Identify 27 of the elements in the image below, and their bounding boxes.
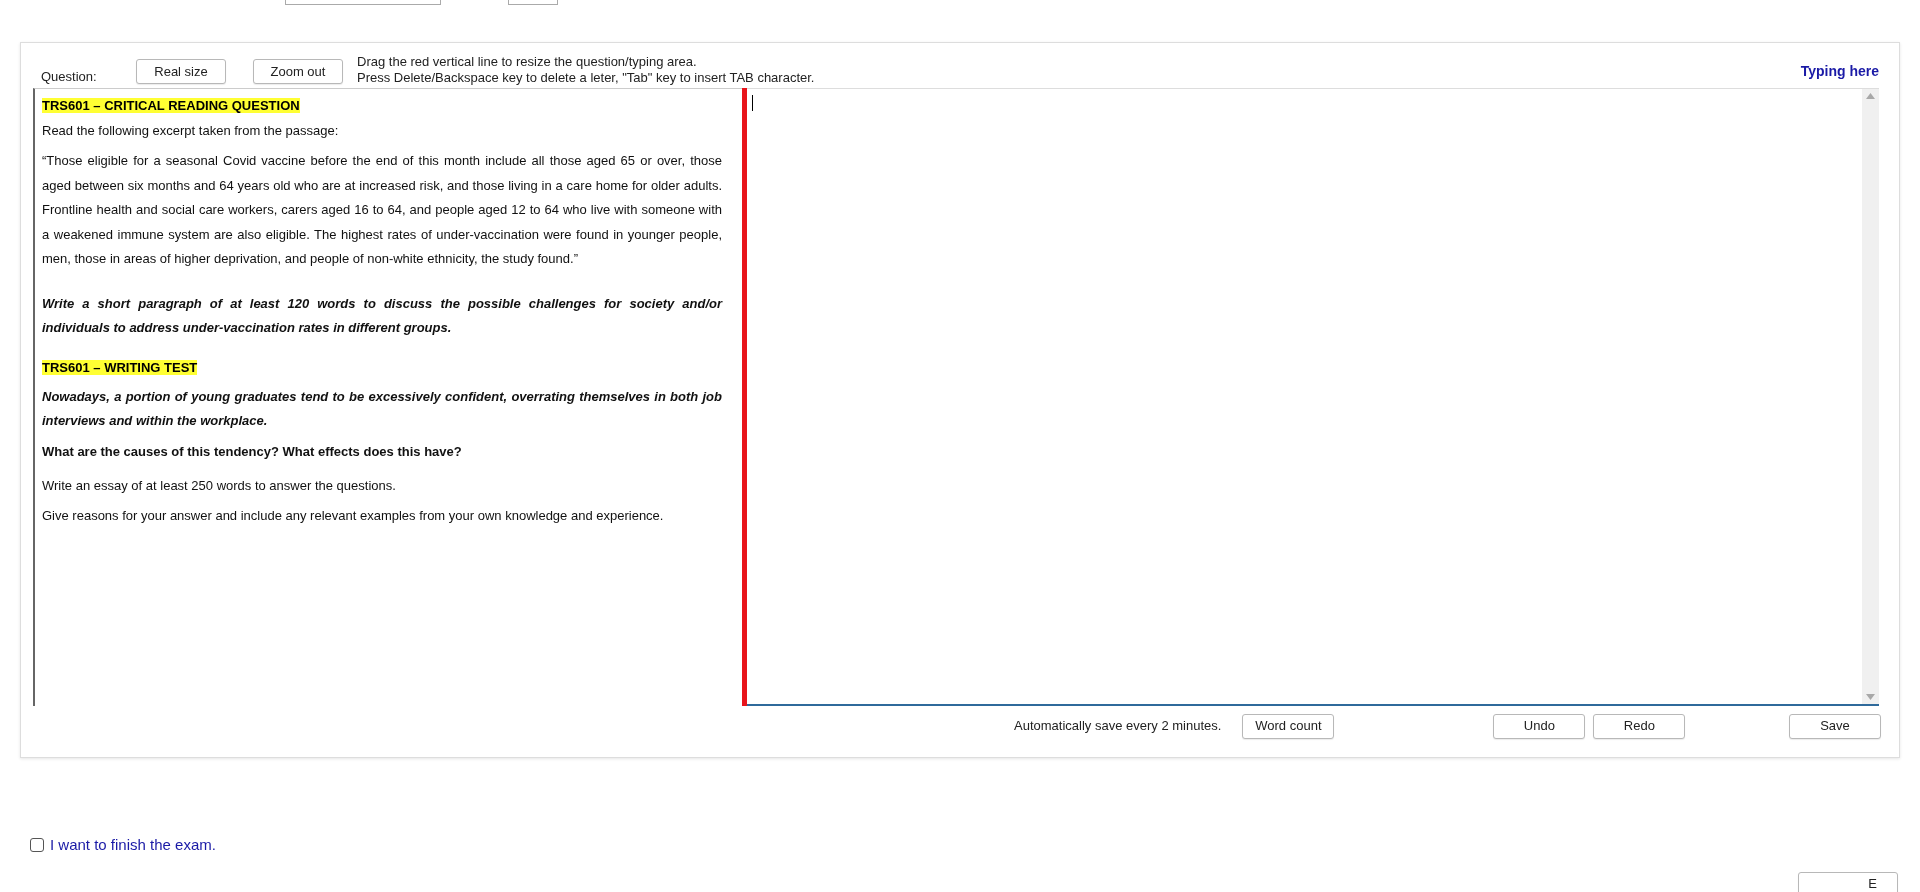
undo-button[interactable]: Undo: [1493, 713, 1586, 739]
finish-checkbox[interactable]: [30, 838, 44, 853]
word-count-button[interactable]: Word count: [1242, 713, 1335, 739]
hint-text: Press Delete/Backspace key to delete a leter, "Tab" key to insert TAB character.: [357, 70, 815, 86]
finish-label[interactable]: I want to finish the exam.: [50, 834, 216, 857]
scrollbar[interactable]: [1862, 89, 1879, 704]
scroll-down-icon[interactable]: [1866, 694, 1875, 700]
zoom-out-button[interactable]: Zoom out: [253, 59, 343, 84]
section-heading: TRS601 – CRITICAL READING QUESTION: [42, 98, 300, 113]
question-text: Write an essay of at least 250 words to answer the questions.: [42, 476, 397, 495]
hint-text: Drag the red vertical line to resize the question/typing area.: [357, 54, 698, 70]
exit-button[interactable]: E: [1798, 871, 1898, 892]
question-prompt: What are the causes of this tendency? What effects does this have?: [42, 442, 463, 461]
question-text: Give reasons for your answer and include any relevant examples from your own knowledge and experience.: [42, 506, 665, 525]
question-label: Question:: [41, 67, 98, 86]
typing-here-label: Typing here: [1800, 62, 1879, 81]
text-cursor: [752, 95, 753, 111]
instruction-text: Write a short paragraph of at least 120 words to discuss the possible challenges for society and/or individuals to address under-vaccination rates in different groups.: [42, 294, 722, 337]
instruction-text: Nowadays, a portion of young graduates tend to be excessively confident, overrating themselves in both job interviews and within the workplace.: [42, 387, 722, 430]
quote-text: “Those eligible for a seasonal Covid vaccine before the end of this month include all those aged 65 or over, those aged between six months and 64 years old who are at increased risk, and those living in a care home for older adults. Frontline health and social care workers, carers aged 16 to 64, and people aged 12 to 64 who live with someone with a weakened immune system are also eligible. The highest rates of under-vaccination were found in younger people, men, those in areas of higher deprivation, and people of non-white ethnicity, the study found.”: [42, 152, 722, 268]
real-size-button[interactable]: Real size: [136, 59, 226, 84]
scroll-up-icon[interactable]: [1866, 93, 1875, 99]
save-button[interactable]: Save: [1789, 713, 1881, 739]
redo-button[interactable]: Redo: [1593, 713, 1686, 739]
section-heading: TRS601 – WRITING TEST: [42, 359, 198, 375]
autosave-note: Automatically save every 2 minutes.: [1014, 717, 1222, 736]
question-text: Read the following excerpt taken from the passage:: [42, 122, 340, 140]
